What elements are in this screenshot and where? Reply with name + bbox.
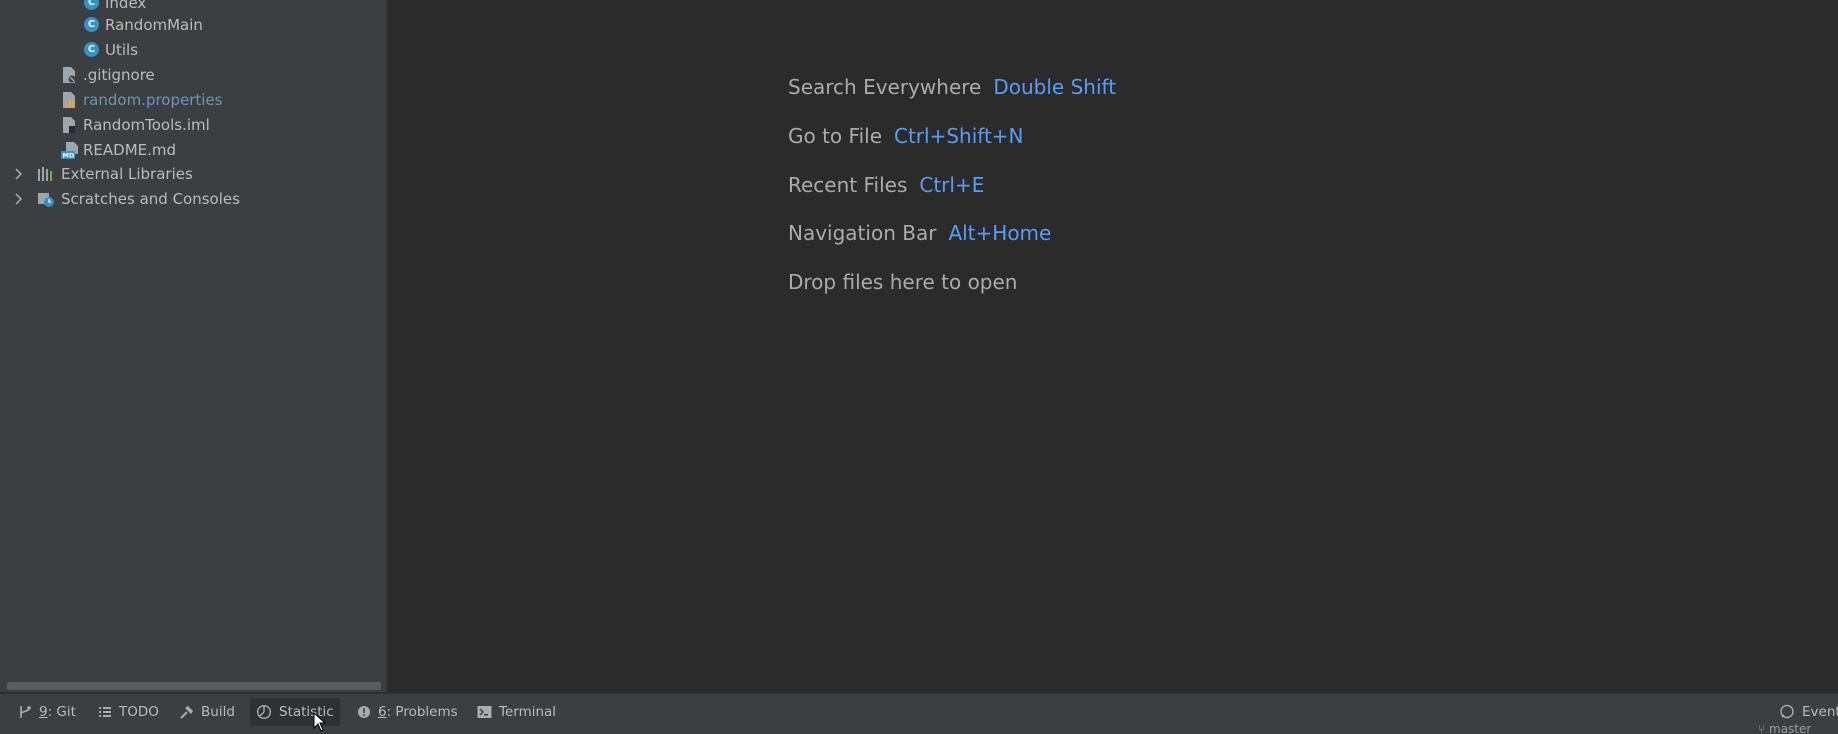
java-class-icon: C: [84, 17, 99, 32]
problems-mnemonic: 6: [378, 704, 387, 720]
tree-item-gitignore[interactable]: .gitignore: [61, 62, 155, 87]
tree-item-external-libraries[interactable]: External Libraries: [12, 161, 193, 186]
tree-item-label: External Libraries: [61, 164, 193, 183]
tree-item-label: README.md: [83, 140, 177, 159]
info-icon: [358, 706, 370, 718]
project-tool-window: C Index C RandomMain C Utils .gitignore …: [0, 0, 388, 692]
hint-shortcut: Double Shift: [993, 75, 1117, 99]
hint-shortcut: Ctrl+E: [919, 173, 985, 197]
tree-item-label: Index: [105, 0, 147, 12]
terminal-icon: [477, 706, 492, 718]
tree-item-label: .gitignore: [83, 65, 155, 84]
tree-item-label: random.properties: [83, 90, 223, 109]
chevron-right-icon[interactable]: [12, 167, 26, 181]
todo-tool-button[interactable]: TODO: [92, 698, 165, 726]
tree-item-scratches-and-consoles[interactable]: Scratches and Consoles: [12, 186, 240, 211]
mouse-cursor-icon: [313, 712, 327, 732]
gitignore-file-icon: [61, 66, 77, 84]
markdown-file-icon: MD: [61, 141, 78, 159]
hammer-icon: [180, 705, 193, 719]
tool-window-bar: 9: Git TODO Build Statistic 6: Problems …: [0, 693, 1838, 734]
hint-text: Search Everywhere: [788, 75, 982, 99]
tree-item-utils[interactable]: C Utils: [84, 37, 138, 62]
terminal-tool-button[interactable]: Terminal: [471, 698, 562, 726]
git-label: : Git: [47, 704, 76, 720]
hint-go-to-file: Go to File Ctrl+Shift+N: [788, 121, 1024, 151]
java-class-icon: C: [84, 0, 99, 10]
git-branch-icon: [20, 706, 31, 718]
tree-item-readme[interactable]: MD README.md: [61, 137, 176, 162]
tree-item-label: RandomTools.iml: [83, 115, 210, 134]
tree-item-label: Utils: [105, 40, 139, 59]
list-icon: [99, 707, 111, 717]
iml-file-icon: [61, 116, 77, 134]
git-branch-status[interactable]: ⑂ master: [1758, 722, 1811, 733]
build-tool-button[interactable]: Build: [173, 698, 241, 726]
hint-navigation-bar: Navigation Bar Alt+Home: [788, 218, 1051, 248]
git-mnemonic: 9: [39, 704, 48, 720]
hint-shortcut: Ctrl+Shift+N: [894, 124, 1024, 148]
scratches-icon: [37, 191, 55, 207]
problems-label: : Problems: [386, 704, 458, 720]
pie-chart-icon: [256, 704, 272, 720]
properties-file-icon: [61, 91, 77, 109]
hint-text: Go to File: [788, 124, 882, 148]
hint-text: Drop files here to open: [788, 270, 1018, 294]
git-tool-button[interactable]: 9: Git: [12, 698, 82, 726]
libraries-icon: [37, 166, 55, 182]
speech-bubble-icon: [1780, 704, 1794, 719]
hint-shortcut: Alt+Home: [948, 221, 1052, 245]
hint-search-everywhere: Search Everywhere Double Shift: [788, 72, 1116, 102]
tree-item-randommain[interactable]: C RandomMain: [84, 12, 203, 37]
svg-text:MD: MD: [63, 151, 75, 159]
todo-label: TODO: [119, 704, 159, 720]
tree-item-label: Scratches and Consoles: [61, 189, 240, 208]
tree-item-randomtools-iml[interactable]: RandomTools.iml: [61, 112, 210, 137]
branch-name: master: [1769, 722, 1812, 733]
tree-item-random-properties[interactable]: random.properties: [61, 87, 223, 112]
problems-tool-button[interactable]: 6: Problems: [351, 698, 464, 726]
build-label: Build: [201, 704, 235, 720]
chevron-right-icon[interactable]: [12, 192, 26, 206]
hint-recent-files: Recent Files Ctrl+E: [788, 170, 984, 200]
hint-text: Navigation Bar: [788, 221, 937, 245]
hint-drop-files: Drop files here to open: [788, 267, 1017, 297]
horizontal-scrollbar[interactable]: [7, 682, 381, 690]
tree-item-label: RandomMain: [105, 15, 203, 34]
java-class-icon: C: [84, 42, 99, 57]
event-label: Event: [1802, 704, 1838, 720]
terminal-label: Terminal: [499, 704, 557, 720]
hint-text: Recent Files: [788, 173, 908, 197]
branch-icon: ⑂: [1758, 722, 1770, 733]
